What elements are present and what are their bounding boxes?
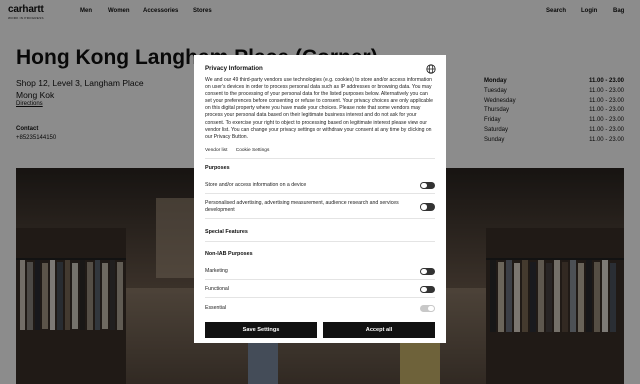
purpose-toggle[interactable] [420, 203, 435, 211]
save-settings-button[interactable]: Save Settings [205, 322, 317, 338]
toggle-knob [421, 286, 427, 292]
dialog-title: Privacy Information [205, 65, 263, 72]
toggle-knob [421, 182, 427, 188]
non-iab-row: Essential [205, 304, 435, 312]
purpose-row[interactable]: Personalised advertising, advertising me… [205, 200, 435, 214]
purpose-toggle[interactable] [420, 181, 435, 189]
privacy-consent-dialog: Privacy Information We and our 49 third-… [194, 55, 446, 343]
non-iab-heading: Non-IAB Purposes [205, 251, 253, 257]
functional-toggle[interactable] [420, 285, 435, 293]
divider [205, 158, 435, 159]
non-iab-label: Marketing [205, 268, 228, 274]
special-features-heading: Special Features [205, 229, 248, 235]
divider [205, 279, 435, 280]
dialog-description: We and our 49 third-party vendors use te… [205, 77, 433, 140]
non-iab-label: Essential [205, 305, 227, 311]
globe-icon[interactable] [426, 64, 436, 74]
purpose-row[interactable]: Store and/or access information on a dev… [205, 181, 435, 189]
purposes-heading: Purposes [205, 165, 230, 171]
non-iab-row[interactable]: Functional [205, 285, 435, 293]
divider [205, 218, 435, 219]
marketing-toggle[interactable] [420, 267, 435, 275]
non-iab-row[interactable]: Marketing [205, 267, 435, 275]
purpose-label: Store and/or access information on a dev… [205, 182, 307, 188]
vendor-list-link[interactable]: Vendor list [205, 148, 227, 153]
non-iab-label: Functional [205, 286, 229, 292]
toggle-knob [421, 268, 427, 274]
cookie-settings-link[interactable]: Cookie Settings [236, 148, 270, 153]
divider [205, 241, 435, 242]
essential-toggle [420, 304, 435, 312]
toggle-knob [428, 305, 434, 311]
accept-all-button[interactable]: Accept all [323, 322, 435, 338]
divider [205, 297, 435, 298]
toggle-knob [421, 204, 427, 210]
dialog-links: Vendor list Cookie Settings [205, 148, 276, 153]
purpose-label: Personalised advertising, advertising me… [205, 200, 399, 213]
divider [205, 193, 435, 194]
